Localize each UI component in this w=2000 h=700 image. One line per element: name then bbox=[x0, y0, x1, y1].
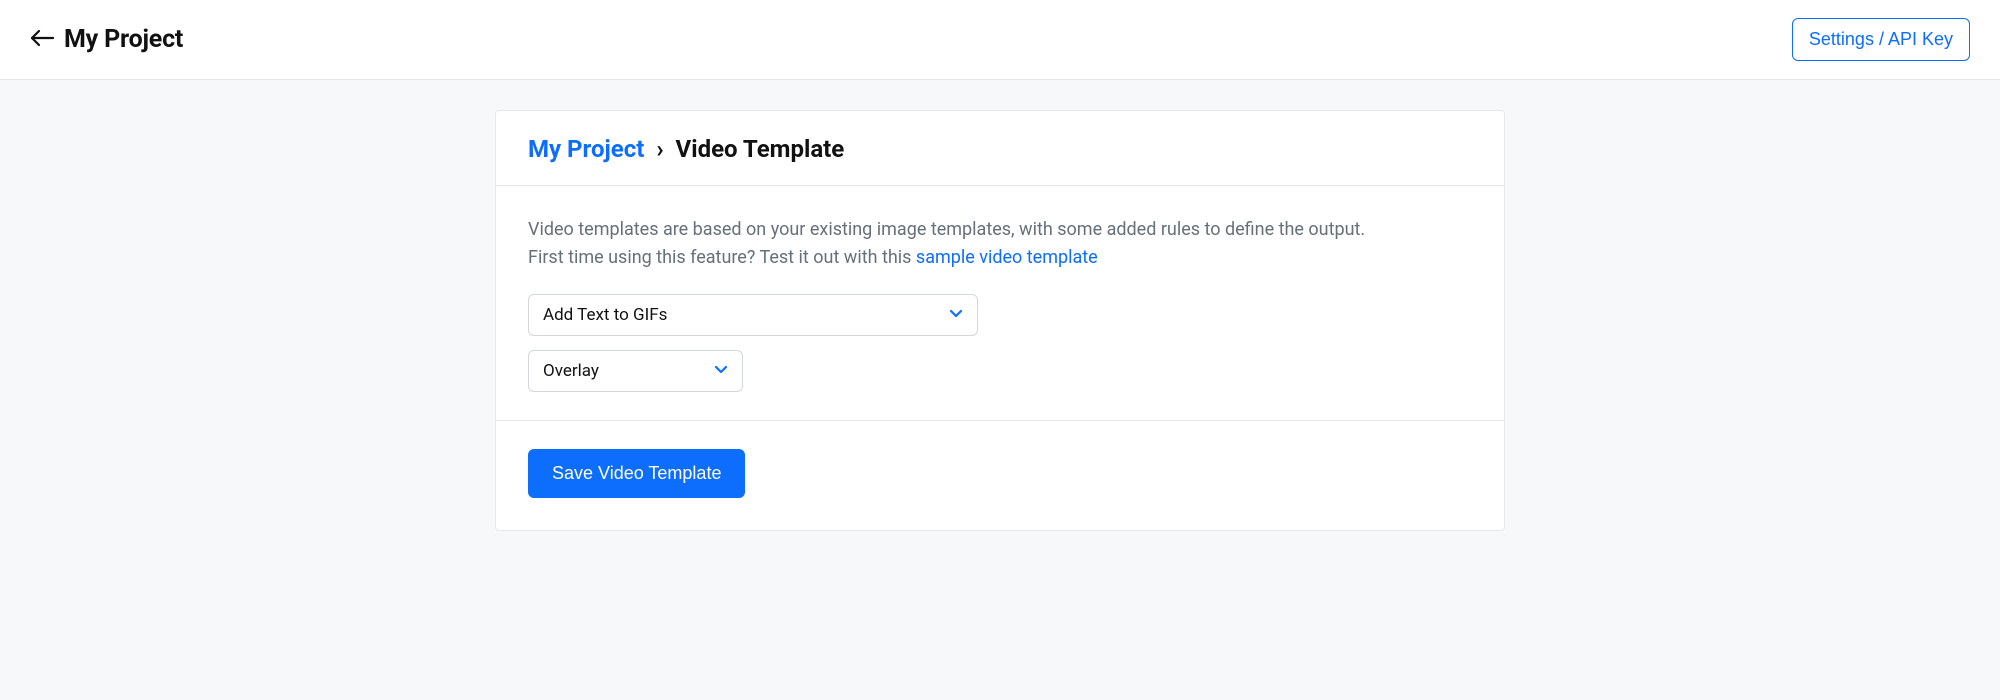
panel-body: Video templates are based on your existi… bbox=[496, 186, 1504, 421]
top-bar: My Project Settings / API Key bbox=[0, 0, 2000, 80]
breadcrumb-current: Video Template bbox=[676, 135, 845, 163]
breadcrumb: My Project › Video Template bbox=[496, 111, 1504, 186]
content-area: My Project › Video Template Video templa… bbox=[0, 80, 2000, 591]
back-arrow-icon[interactable] bbox=[30, 27, 54, 53]
page-title: My Project bbox=[64, 25, 183, 54]
chevron-down-icon bbox=[949, 307, 963, 323]
video-template-panel: My Project › Video Template Video templa… bbox=[495, 110, 1505, 531]
mode-select-value: Overlay bbox=[543, 361, 599, 381]
breadcrumb-project-link[interactable]: My Project bbox=[528, 135, 644, 163]
image-template-select-value: Add Text to GIFs bbox=[543, 305, 667, 325]
settings-api-key-button[interactable]: Settings / API Key bbox=[1792, 18, 1970, 61]
chevron-down-icon bbox=[714, 363, 728, 379]
description-text: Video templates are based on your existi… bbox=[528, 216, 1472, 272]
mode-select[interactable]: Overlay bbox=[528, 350, 743, 392]
save-video-template-button[interactable]: Save Video Template bbox=[528, 449, 745, 498]
panel-footer: Save Video Template bbox=[496, 421, 1504, 530]
sample-video-template-link[interactable]: sample video template bbox=[916, 247, 1098, 268]
description-line-1: Video templates are based on your existi… bbox=[528, 219, 1365, 240]
breadcrumb-separator: › bbox=[656, 135, 663, 163]
image-template-select[interactable]: Add Text to GIFs bbox=[528, 294, 978, 336]
description-line-2-prefix: First time using this feature? Test it o… bbox=[528, 247, 916, 268]
top-bar-left: My Project bbox=[30, 25, 183, 54]
